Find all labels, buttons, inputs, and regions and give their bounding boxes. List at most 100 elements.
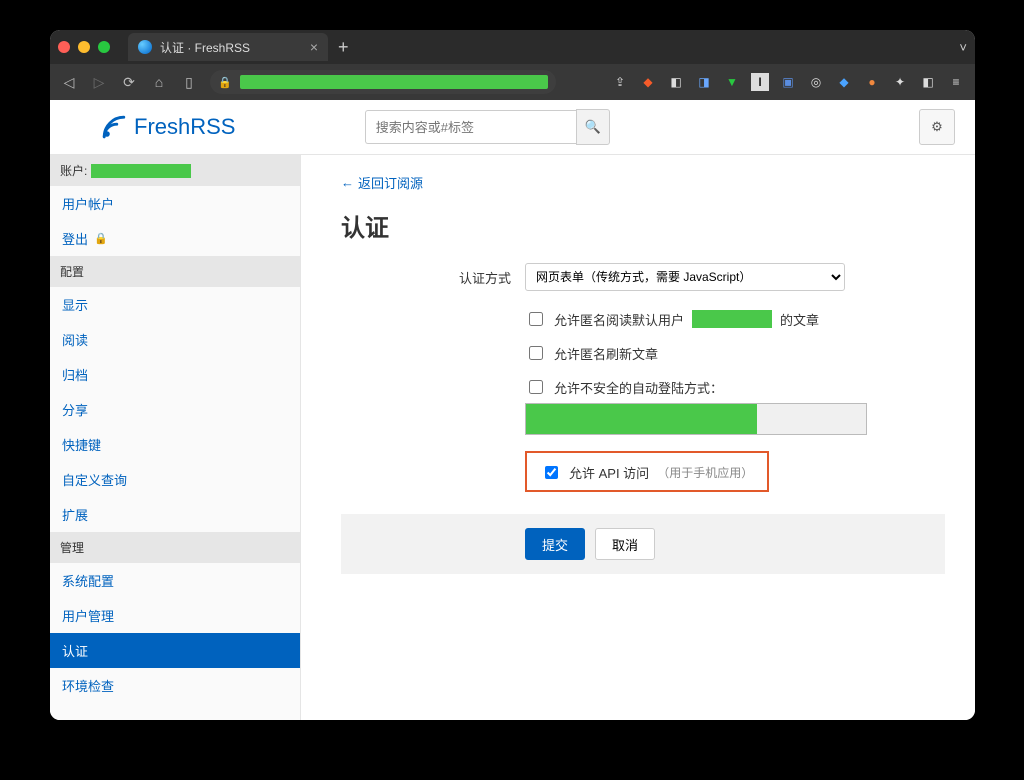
sidebar-item-reading[interactable]: 阅读 (50, 322, 300, 357)
admin-section-label: 管理 (60, 539, 84, 556)
row-options: 允许匿名阅读默认用户 的文章 允许匿名刷新文章 允许不安全的自动登陆方式： (341, 309, 945, 510)
anon-refresh-label: 允许匿名刷新文章 (554, 344, 658, 363)
cancel-button[interactable]: 取消 (595, 528, 655, 560)
bookmark-icon[interactable]: ▯ (180, 74, 198, 91)
auth-method-select[interactable]: 网页表单（传统方式，需要 JavaScript） (525, 263, 845, 291)
sidebar: 账户: 用户帐户 登出 🔒 配置 显示 阅读 归档 (50, 155, 301, 720)
lock-icon: 🔒 (94, 232, 108, 245)
app-name: FreshRSS (134, 114, 235, 140)
menu-icon[interactable]: ≡ (947, 73, 965, 91)
sidebar-item-shortcuts[interactable]: 快捷键 (50, 427, 300, 462)
tab-favicon (138, 40, 152, 54)
sidebar-item-label: 分享 (62, 400, 88, 419)
forward-icon[interactable]: ▷ (90, 74, 108, 91)
submit-button[interactable]: 提交 (525, 528, 585, 560)
toolbar-icons: ⇪ ◆ ◧ ◨ ▼ I ▣ ◎ ◆ ● ✦ ◧ ≡ (611, 73, 965, 91)
unsafe-autologin-checkbox[interactable] (529, 380, 543, 394)
sidebar-item-env-check[interactable]: 环境检查 (50, 668, 300, 703)
sidebar-item-custom-queries[interactable]: 自定义查询 (50, 462, 300, 497)
lock-icon: 🔒 (218, 76, 232, 89)
ext-icon-1[interactable]: ◧ (667, 73, 685, 91)
ext-icon-4[interactable]: I (751, 73, 769, 91)
close-window-button[interactable] (58, 41, 70, 53)
sidebar-item-label: 显示 (62, 295, 88, 314)
sidebar-item-label: 快捷键 (62, 435, 101, 454)
sidebar-item-user-account[interactable]: 用户帐户 (50, 186, 300, 221)
anon-read-suffix: 的文章 (780, 310, 819, 329)
back-icon[interactable]: ◁ (60, 74, 78, 91)
settings-button[interactable]: ⚙ (919, 109, 955, 145)
app-logo[interactable]: FreshRSS (100, 113, 235, 141)
submit-button-label: 提交 (542, 535, 568, 554)
home-icon[interactable]: ⌂ (150, 74, 168, 90)
close-tab-icon[interactable]: × (310, 39, 318, 55)
anon-refresh-checkbox[interactable] (529, 346, 543, 360)
search-button[interactable]: 🔍 (576, 109, 610, 145)
sidebar-item-user-management[interactable]: 用户管理 (50, 598, 300, 633)
autologin-url-field[interactable] (525, 403, 867, 435)
sidebar-item-authentication[interactable]: 认证 (50, 633, 300, 668)
sidebar-section-admin: 管理 (50, 532, 300, 563)
sidebar-item-extensions[interactable]: 扩展 (50, 497, 300, 532)
sidebar-item-label: 阅读 (62, 330, 88, 349)
ext-icon-7[interactable]: ◆ (835, 73, 853, 91)
address-bar[interactable]: 🔒 (210, 70, 556, 94)
minimize-window-button[interactable] (78, 41, 90, 53)
sidebar-item-label: 认证 (62, 641, 88, 660)
row-auth-method: 认证方式 网页表单（传统方式，需要 JavaScript） (341, 263, 945, 291)
sidebar-item-label: 用户管理 (62, 606, 114, 625)
search-icon: 🔍 (585, 119, 601, 135)
sidebar-item-display[interactable]: 显示 (50, 287, 300, 322)
share-icon[interactable]: ⇪ (611, 73, 629, 91)
config-section-label: 配置 (60, 263, 84, 280)
extensions-icon[interactable]: ✦ (891, 73, 909, 91)
chevron-down-icon[interactable]: ˅ (959, 40, 967, 55)
sidebar-item-label: 扩展 (62, 505, 88, 524)
arrow-left-icon: ← (341, 175, 354, 190)
sidebar-item-label: 环境检查 (62, 676, 114, 695)
shield-icon[interactable]: ◆ (639, 73, 657, 91)
search-input[interactable] (365, 110, 576, 144)
sidebar-item-label: 系统配置 (62, 571, 114, 590)
auth-method-label: 认证方式 (341, 268, 525, 287)
sidebar-item-share[interactable]: 分享 (50, 392, 300, 427)
tab-title: 认证 · FreshRSS (160, 39, 250, 56)
rss-icon (100, 113, 128, 141)
unsafe-autologin-option[interactable]: 允许不安全的自动登陆方式： (525, 377, 945, 397)
browser-tab[interactable]: 认证 · FreshRSS × (128, 33, 328, 61)
browser-toolbar: ◁ ▷ ⟳ ⌂ ▯ 🔒 ⇪ ◆ ◧ ◨ ▼ I ▣ ◎ ◆ ● ✦ ◧ (50, 64, 975, 100)
api-access-hint: （用于手机应用） (657, 464, 753, 481)
reload-icon[interactable]: ⟳ (120, 74, 138, 91)
anon-read-checkbox[interactable] (529, 312, 543, 326)
sidebar-item-archive[interactable]: 归档 (50, 357, 300, 392)
username-redacted (91, 164, 191, 178)
sidebar-item-label: 用户帐户 (62, 194, 114, 213)
sidebar-toggle-icon[interactable]: ◧ (919, 73, 937, 91)
default-user-redacted (692, 310, 772, 328)
ext-icon-5[interactable]: ▣ (779, 73, 797, 91)
ext-icon-3[interactable]: ▼ (723, 73, 741, 91)
back-link-label: 返回订阅源 (358, 173, 423, 192)
window-controls (58, 41, 110, 53)
form-actions: 提交 取消 (341, 514, 945, 574)
anon-read-option[interactable]: 允许匿名阅读默认用户 的文章 (525, 309, 945, 329)
anon-read-prefix: 允许匿名阅读默认用户 (554, 310, 684, 329)
ext-icon-2[interactable]: ◨ (695, 73, 713, 91)
ext-icon-8[interactable]: ● (863, 73, 881, 91)
page-title: 认证 (341, 208, 945, 243)
api-access-checkbox[interactable] (545, 466, 558, 479)
cancel-button-label: 取消 (612, 535, 638, 554)
sidebar-item-logout[interactable]: 登出 🔒 (50, 221, 300, 256)
back-to-feeds-link[interactable]: ← 返回订阅源 (341, 173, 423, 192)
url-redacted (240, 75, 548, 89)
new-tab-button[interactable]: + (338, 38, 349, 56)
account-section-label: 账户: (60, 162, 87, 179)
anon-refresh-option[interactable]: 允许匿名刷新文章 (525, 343, 945, 363)
ext-icon-6[interactable]: ◎ (807, 73, 825, 91)
browser-tabstrip: 认证 · FreshRSS × + ˅ (50, 30, 975, 64)
api-access-highlight: 允许 API 访问 （用于手机应用） (525, 451, 769, 492)
app-header: FreshRSS 🔍 ⚙ (50, 100, 975, 155)
sidebar-item-label: 登出 (62, 229, 88, 248)
fullscreen-window-button[interactable] (98, 41, 110, 53)
sidebar-item-system-config[interactable]: 系统配置 (50, 563, 300, 598)
